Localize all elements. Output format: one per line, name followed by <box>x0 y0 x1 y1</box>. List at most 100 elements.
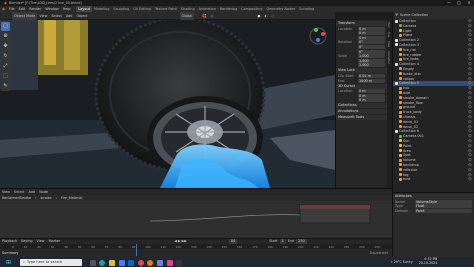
cursor-icon[interactable]: ⊕ <box>1 32 10 41</box>
end-label: End <box>287 239 295 243</box>
clock-date: 20-10-2024 <box>418 261 438 265</box>
taskbar-search[interactable]: ⌕ Type here to search <box>20 258 82 266</box>
photos-icon[interactable] <box>156 259 163 266</box>
tab-item[interactable]: Item <box>387 20 390 30</box>
playhead[interactable] <box>135 244 137 256</box>
location-z-field[interactable]: 0 m <box>358 35 385 40</box>
scale-z-field[interactable]: 1.000 <box>358 63 385 68</box>
cursor-z-field[interactable]: 0 m <box>358 98 385 103</box>
task-view-icon[interactable] <box>89 259 96 266</box>
file-explorer-icon[interactable] <box>108 259 115 266</box>
tab-tool[interactable]: Tool <box>387 30 390 39</box>
properties-section-header[interactable]: Attributes <box>393 194 474 199</box>
prop-label: Scale <box>338 54 348 59</box>
npanel-section-header[interactable]: Annotations <box>336 109 387 115</box>
rotation-y-field[interactable]: 0° <box>358 44 385 49</box>
object-mode-dropdown[interactable]: Object Mode <box>12 11 38 20</box>
viewport-menu-add[interactable]: Add <box>64 12 75 20</box>
tab-view[interactable]: View <box>387 39 390 49</box>
shading-rendered-icon[interactable]: ○ <box>269 12 276 20</box>
timeline-menu-keying[interactable]: Keying <box>19 239 34 244</box>
weather-text[interactable]: 29°C Sunny <box>394 260 413 264</box>
shading-material-icon[interactable]: ◐ <box>263 12 270 20</box>
visibility-eye-icon[interactable]: 👁 <box>468 177 472 182</box>
transform-icon[interactable]: ⬚ <box>1 72 10 81</box>
media-icon[interactable] <box>166 259 173 266</box>
current-frame-field[interactable]: 84 <box>228 239 238 244</box>
attribute-type-dropdown[interactable]: Float <box>415 204 472 209</box>
outliner-item-label: Collection 4 <box>399 62 420 67</box>
clip-end-field[interactable]: 1000 m <box>358 78 385 83</box>
object-icon <box>399 163 402 167</box>
location-y-field[interactable]: 0 m <box>358 31 385 36</box>
prop-row: 0° <box>336 49 387 54</box>
store-icon[interactable] <box>118 259 125 266</box>
npanel-section-header[interactable]: 3D Cursor <box>336 83 387 89</box>
viewport-menu-select[interactable]: Select <box>49 12 63 20</box>
shading-solid-icon[interactable]: ● <box>256 12 263 20</box>
timeline-tick-label: 220 <box>328 244 334 249</box>
taskbar-apps <box>88 259 184 266</box>
attribute-domain-dropdown[interactable]: Point <box>415 208 472 213</box>
outliner-header: ⧩ Scene Collection <box>393 12 474 19</box>
viewport-menu-object[interactable]: Object <box>74 12 89 20</box>
cursor-y-field[interactable]: 0 m <box>358 93 385 98</box>
transform-orientation-dropdown[interactable]: Global <box>179 11 195 20</box>
tab-animation[interactable]: Animation <box>387 49 390 66</box>
clip-start-field[interactable]: 0.01 m <box>358 73 385 78</box>
outliner-item[interactable]: mist 👁 <box>393 177 474 182</box>
timeline-tick-label: 130 <box>191 244 197 249</box>
timeline-tick-label: 230 <box>343 244 350 249</box>
outliner-item-label: Camera <box>403 23 417 28</box>
system-tray: ☀ 29°C Sunny 4:32 PM 20-10-2024 <box>390 257 438 266</box>
outliner-item-label: Camera.001 <box>403 134 424 139</box>
viewport-menu-view[interactable]: View <box>37 12 49 20</box>
npanel-section-header[interactable]: View Lock <box>336 68 387 74</box>
edge-icon[interactable] <box>99 259 106 266</box>
object-icon <box>399 72 402 76</box>
rotate-icon[interactable]: ↻ <box>1 52 10 61</box>
blender-menu-icon[interactable]: ◉ <box>0 7 7 11</box>
rotation-x-field[interactable]: 0° <box>358 40 385 45</box>
timeline-tick-label: 210 <box>313 244 319 249</box>
proportional-edit-icon[interactable]: ◎ <box>209 12 216 20</box>
select-box-icon[interactable]: ▢ <box>1 22 10 31</box>
mail-icon[interactable] <box>128 259 135 266</box>
object-icon <box>399 24 402 28</box>
outliner-item-label: Volume <box>403 158 416 163</box>
outliner-filter-icon[interactable]: ⧩ <box>395 12 398 19</box>
outliner-item-label: backdrop <box>403 162 419 167</box>
attribute-name-field[interactable]: VolumeStyle <box>415 199 472 204</box>
chrome-icon[interactable] <box>137 259 144 266</box>
scale-icon[interactable]: ⤢ <box>1 62 10 71</box>
move-icon[interactable]: ✥ <box>1 42 10 51</box>
timeline-menu-marker[interactable]: Marker <box>47 239 63 244</box>
outliner-item-label: mist <box>403 177 411 182</box>
play-button[interactable]: ◀ ▶ ▶▶ <box>172 239 189 244</box>
annotate-icon[interactable]: ✎ <box>1 82 10 91</box>
cursor-x-field[interactable]: 0 m <box>358 89 385 94</box>
weather-icon[interactable]: ☀ <box>390 260 393 264</box>
outliner: ⧩ Scene Collection Collection 👁 Camera 👁 Lig… <box>392 12 474 192</box>
npanel-section-header[interactable]: Measurelt Tools <box>336 115 387 121</box>
npanel-section-header[interactable]: Collections <box>336 103 387 109</box>
blender-icon[interactable] <box>147 259 154 266</box>
location-x-field[interactable]: 0 m <box>358 26 385 31</box>
timeline-menu-playback[interactable]: Playback <box>0 239 19 244</box>
3d-viewport[interactable] <box>0 20 335 188</box>
end-frame-field[interactable]: 250 <box>296 239 307 244</box>
rotation-z-field[interactable]: 0° <box>358 49 385 54</box>
outliner-item-label: Point <box>403 143 412 148</box>
prop-label: Clip Start <box>338 73 354 78</box>
scale-x-field[interactable]: 1.000 <box>358 54 385 59</box>
outliner-item-label: Light <box>403 28 412 33</box>
clock[interactable]: 4:32 PM 20-10-2024 <box>418 257 438 266</box>
npanel-section-header[interactable]: Transform <box>336 21 387 26</box>
outliner-item-label: tire_rubber <box>403 52 422 57</box>
windows-start-icon[interactable]: ⊞ <box>6 259 11 266</box>
timeline[interactable]: Playback Keying View Marker ◀ ▶ ▶▶ 84 St… <box>0 238 392 257</box>
timeline-menu-view[interactable]: View <box>35 239 47 244</box>
terminal-icon[interactable] <box>176 259 183 266</box>
snap-icon[interactable]: 🧲 <box>200 12 208 20</box>
scale-y-field[interactable]: 1.000 <box>358 58 385 63</box>
